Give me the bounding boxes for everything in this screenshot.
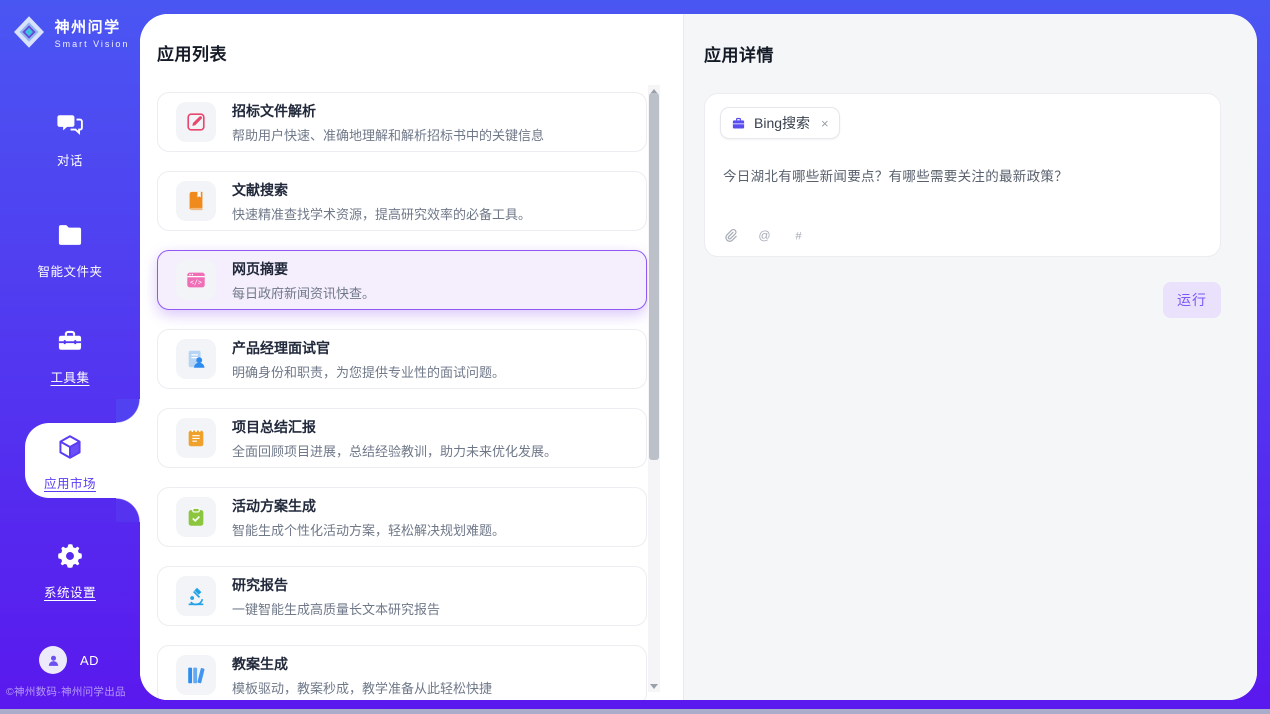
sidebar-item-settings[interactable]: 系统设置: [0, 542, 140, 601]
hash-icon[interactable]: #: [789, 226, 807, 244]
active-nav-curve-bottom: [116, 498, 141, 522]
book-icon: [176, 181, 216, 221]
close-icon[interactable]: ×: [821, 117, 829, 130]
app-list: 招标文件解析 帮助用户快速、准确地理解和解析招标书中的关键信息 文献搜索 快速精…: [157, 92, 647, 700]
svg-text:</>: </>: [190, 278, 202, 286]
run-button[interactable]: 运行: [1163, 282, 1221, 318]
sidebar-item-market[interactable]: 应用市场: [0, 433, 140, 492]
interview-icon: [176, 339, 216, 379]
user-account[interactable]: AD: [0, 646, 140, 674]
app-detail-title: 应用详情: [704, 41, 1221, 66]
app-list-panel: 应用列表 招标文件解析 帮助用户快速、准确地理解和解析招标书中的关键信息 文献搜…: [140, 14, 683, 700]
clipboard-check-icon: [176, 497, 216, 537]
gear-icon: [56, 542, 84, 570]
brand-subtitle: Smart Vision: [55, 39, 130, 49]
query-text[interactable]: 今日湖北有哪些新闻要点？有哪些需要关注的最新政策？: [723, 165, 1205, 185]
gem-logo-icon: [11, 14, 47, 50]
app-card-web-summary[interactable]: </> 网页摘要 每日政府新闻资讯快查。: [157, 250, 647, 310]
briefcase-icon: [731, 116, 746, 131]
at-icon[interactable]: @: [755, 226, 773, 244]
query-editor-card[interactable]: Bing搜索 × 今日湖北有哪些新闻要点？有哪些需要关注的最新政策？ @ #: [704, 93, 1221, 257]
sidebar-item-folders[interactable]: 智能文件夹: [0, 221, 140, 280]
user-name: AD: [80, 653, 99, 668]
sidebar-item-tools[interactable]: 工具集: [0, 327, 140, 386]
app-card-event-plan[interactable]: 活动方案生成 智能生成个性化活动方案，轻松解决规划难题。: [157, 487, 647, 547]
active-nav-curve-top: [116, 399, 141, 423]
app-card-project-summary[interactable]: 项目总结汇报 全面回顾项目进展，总结经验教训，助力未来优化发展。: [157, 408, 647, 468]
run-row: 运行: [704, 282, 1221, 318]
main-window: 应用列表 招标文件解析 帮助用户快速、准确地理解和解析招标书中的关键信息 文献搜…: [140, 14, 1257, 700]
chat-icon: [56, 110, 84, 138]
app-card-pm-interviewer[interactable]: 产品经理面试官 明确身份和职责，为您提供专业性的面试问题。: [157, 329, 647, 389]
web-code-icon: </>: [176, 260, 216, 300]
edit-doc-icon: [176, 102, 216, 142]
paperclip-icon[interactable]: [721, 226, 739, 244]
brand-name: 神州问学: [55, 16, 130, 37]
user-icon: [46, 653, 61, 668]
tool-chip-label: Bing搜索: [754, 113, 810, 133]
app-card-lesson-plan[interactable]: 教案生成 模板驱动，教案秒成，教学准备从此轻松快捷: [157, 645, 647, 700]
notepad-icon: [176, 418, 216, 458]
app-card-bid-parse[interactable]: 招标文件解析 帮助用户快速、准确地理解和解析招标书中的关键信息: [157, 92, 647, 152]
attachment-toolbar: @ #: [721, 226, 807, 244]
app-logo: 神州问学 Smart Vision: [0, 14, 140, 50]
sidebar-item-chat[interactable]: 对话: [0, 110, 140, 169]
avatar: [39, 646, 67, 674]
scroll-down-arrow-icon[interactable]: [648, 680, 660, 692]
svg-text:#: #: [795, 230, 802, 242]
svg-text:@: @: [758, 228, 770, 242]
window-bottom-edge: [0, 709, 1270, 714]
copyright-text: ©神州数码·神州问学出品: [6, 684, 146, 699]
app-list-title: 应用列表: [157, 40, 683, 65]
tool-chip-bing-search[interactable]: Bing搜索 ×: [720, 107, 840, 139]
folder-icon: [56, 221, 84, 249]
toolbox-icon: [56, 327, 84, 355]
app-detail-panel: 应用详情 Bing搜索 × 今日湖北有哪些新闻要点？有哪些需要关注的最新政策？ …: [683, 14, 1257, 700]
scrollbar-thumb[interactable]: [649, 93, 659, 460]
sidebar: 神州问学 Smart Vision 对话 智能文件夹 工具集 应用市场 系统设置…: [0, 0, 140, 714]
research-icon: [176, 576, 216, 616]
cube-icon: [56, 433, 84, 461]
app-card-research-report[interactable]: 研究报告 一键智能生成高质量长文本研究报告: [157, 566, 647, 626]
books-icon: [176, 655, 216, 695]
app-card-literature-search[interactable]: 文献搜索 快速精准查找学术资源，提高研究效率的必备工具。: [157, 171, 647, 231]
list-scrollbar[interactable]: [648, 85, 660, 692]
